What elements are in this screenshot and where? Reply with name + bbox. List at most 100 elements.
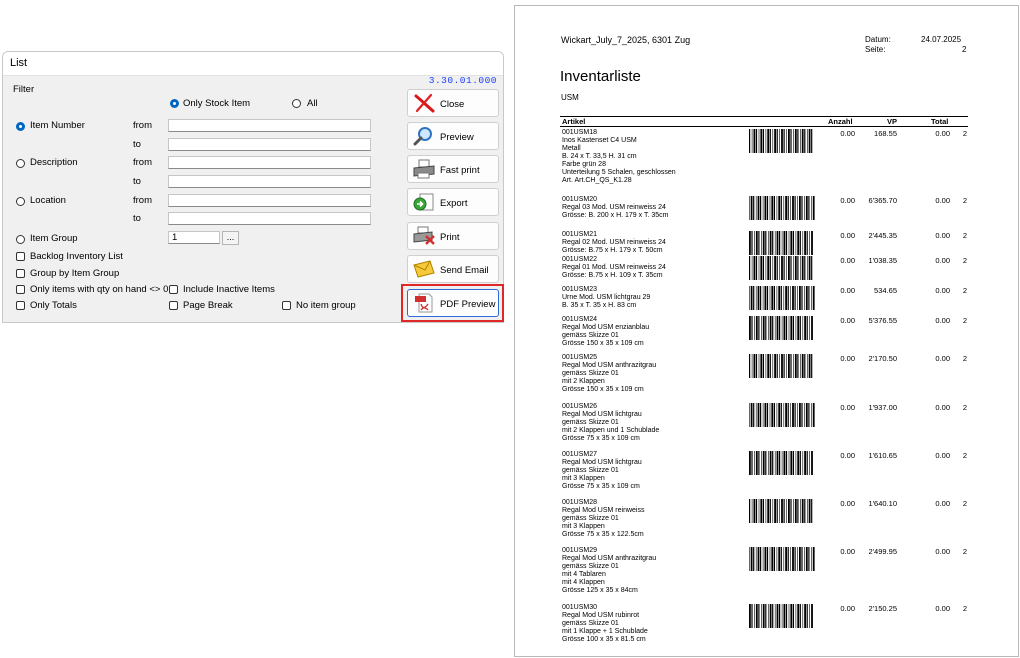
envelope-icon — [413, 260, 435, 278]
include-inactive-checkbox[interactable] — [169, 285, 178, 294]
header-top-rule — [560, 116, 968, 117]
item-line: 001USM26 — [562, 403, 598, 410]
only-totals-checkbox[interactable] — [16, 301, 25, 310]
backlog-checkbox[interactable] — [16, 252, 25, 261]
item-line: gemäss Skizze 01 — [562, 467, 619, 474]
item-anzahl: 0.00 — [840, 286, 855, 295]
description-to-label: to — [133, 176, 141, 187]
location-to-label: to — [133, 213, 141, 224]
item-line: Grösse: B.75 x H. 179 x T. 50cm — [562, 247, 663, 254]
pdf-document-page: Wickart_July_7_2025, 6301 Zug Datum: 24.… — [514, 5, 1019, 657]
close-icon — [414, 93, 435, 113]
item-vp: 1'937.00 — [868, 403, 897, 412]
item-line: B. 35 x T. 35 x H. 83 cm — [562, 302, 637, 309]
item-page-flag: 2 — [962, 354, 967, 363]
item-page-flag: 2 — [962, 403, 967, 412]
item-line: Farbe grün 28 — [562, 161, 606, 168]
item-line: Regal Mod USM rubinrot — [562, 612, 640, 619]
barcode-image — [749, 354, 813, 378]
page-break-checkbox[interactable] — [169, 301, 178, 310]
no-item-group-checkbox[interactable] — [282, 301, 291, 310]
item-group-input[interactable]: 1 — [168, 231, 220, 244]
dialog-title: List — [3, 52, 503, 76]
magnifier-icon — [413, 127, 432, 146]
item-description: 001USM26 Regal Mod USM lichtgrau gemäss Sk… — [562, 403, 752, 443]
document-title: Inventarliste — [560, 68, 641, 85]
datum-label: Datum: — [865, 35, 891, 44]
item-page-flag: 2 — [962, 451, 967, 460]
item-line: 001USM28 — [562, 499, 598, 506]
item-line: Regal 03 Mod. USM reinweiss 24 — [562, 204, 666, 211]
item-line: Regal Mod USM reinweiss — [562, 507, 645, 514]
item-line: mit 2 Klappen und 1 Schublade — [562, 427, 660, 434]
item-number-from-input[interactable] — [168, 119, 371, 132]
barcode-image — [749, 286, 815, 310]
item-line: gemäss Skizze 01 — [562, 515, 619, 522]
no-item-group-label: No item group — [296, 300, 356, 311]
item-line: B. 24 x T. 33,5 H. 31 cm — [562, 153, 637, 160]
only-totals-label: Only Totals — [30, 300, 77, 311]
item-number-to-input[interactable] — [168, 138, 371, 151]
barcode-image — [749, 316, 813, 340]
item-group-radio[interactable] — [16, 235, 25, 244]
document-company: Wickart_July_7_2025, 6301 Zug — [561, 35, 691, 45]
col-total: Total — [931, 117, 949, 126]
export-button[interactable]: Export — [407, 188, 499, 216]
all-radio[interactable] — [292, 99, 301, 108]
item-vp: 1'038.35 — [868, 256, 897, 265]
item-anzahl: 0.00 — [840, 604, 855, 613]
group-by-checkbox[interactable] — [16, 269, 25, 278]
item-total: 0.00 — [935, 354, 950, 363]
include-inactive-label: Include Inactive Items — [183, 284, 275, 295]
description-from-label: from — [133, 157, 152, 168]
preview-label: Preview — [440, 132, 474, 143]
item-group-browse-button[interactable]: ... — [222, 231, 239, 245]
item-line: mit 4 Tablaren — [562, 571, 606, 578]
item-anzahl: 0.00 — [840, 256, 855, 265]
document-subtitle: USM — [561, 93, 579, 102]
item-vp: 1'610.65 — [868, 451, 897, 460]
print-button[interactable]: Print — [407, 222, 499, 250]
item-page-flag: 2 — [962, 286, 967, 295]
item-page-flag: 2 — [962, 547, 967, 556]
item-vp: 2'499.95 — [868, 547, 897, 556]
item-total: 0.00 — [935, 231, 950, 240]
item-line: Urne Mod. USM lichtgrau 29 — [562, 294, 651, 301]
item-number-from-label: from — [133, 120, 152, 131]
barcode-image — [749, 499, 813, 523]
export-icon — [413, 193, 434, 211]
fast-print-button[interactable]: Fast print — [407, 155, 499, 183]
location-to-input[interactable] — [168, 212, 371, 225]
only-stock-radio[interactable] — [170, 99, 179, 108]
location-from-input[interactable] — [168, 194, 371, 207]
send-email-label: Send Email — [440, 265, 489, 276]
item-line: Grösse 100 x 35 x 81.5 cm — [562, 636, 646, 643]
barcode-image — [749, 196, 815, 220]
all-label: All — [307, 98, 318, 109]
description-radio[interactable] — [16, 159, 25, 168]
description-to-input[interactable] — [168, 175, 371, 188]
barcode-image — [749, 256, 813, 280]
item-anzahl: 0.00 — [840, 354, 855, 363]
item-number-radio[interactable] — [16, 122, 25, 131]
header-bottom-rule — [560, 126, 968, 127]
col-anzahl: Anzahl — [828, 117, 853, 126]
location-radio[interactable] — [16, 197, 25, 206]
pdf-preview-highlight — [401, 284, 504, 322]
item-line: 001USM30 — [562, 604, 598, 611]
send-email-button[interactable]: Send Email — [407, 255, 499, 283]
only-qty-checkbox[interactable] — [16, 285, 25, 294]
item-total: 0.00 — [935, 256, 950, 265]
col-artikel: Artikel — [562, 117, 586, 126]
item-line: 001USM21 — [562, 231, 598, 238]
item-number-label: Item Number — [30, 120, 85, 131]
item-total: 0.00 — [935, 403, 950, 412]
preview-button[interactable]: Preview — [407, 122, 499, 150]
close-button[interactable]: Close — [407, 89, 499, 117]
filter-group-label: Filter — [13, 84, 35, 95]
item-description: 001USM25 Regal Mod USM anthrazitgrau gemäs… — [562, 354, 752, 394]
item-line: mit 2 Klappen — [562, 378, 605, 385]
page-break-label: Page Break — [183, 300, 233, 311]
description-from-input[interactable] — [168, 156, 371, 169]
only-qty-label: Only items with qty on hand <> 0 — [30, 284, 169, 295]
